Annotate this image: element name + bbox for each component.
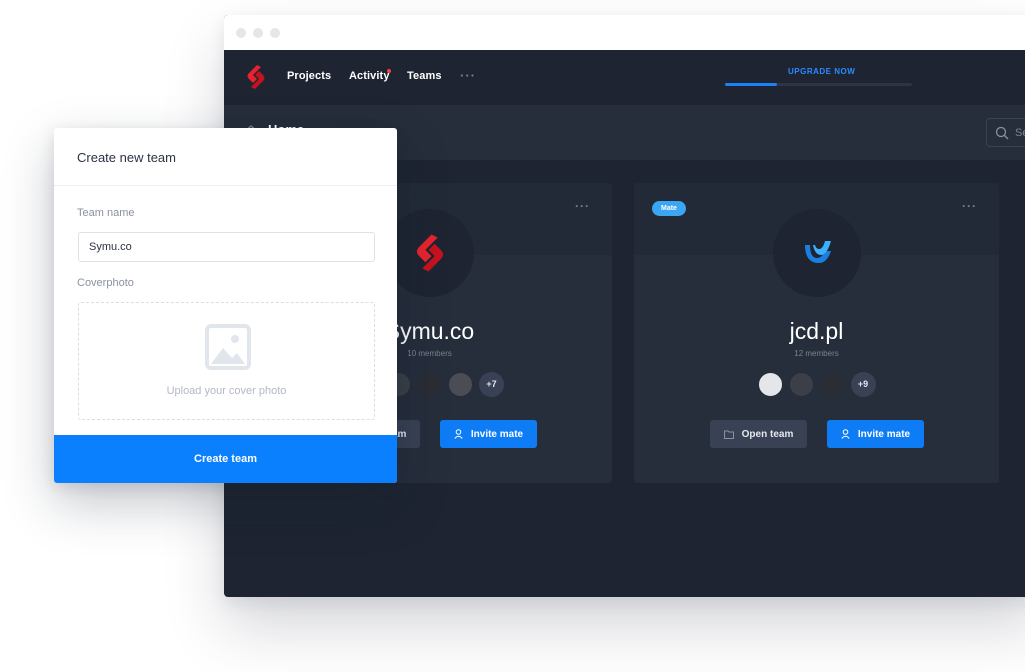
window-dot-maximize[interactable] [270, 27, 280, 38]
open-team-button[interactable]: Open team [710, 420, 807, 448]
nav-item-projects[interactable]: Projects [287, 70, 331, 82]
symu-logo-icon[interactable] [244, 64, 268, 90]
nav-more-icon[interactable]: ··· [460, 68, 476, 83]
more-mates-badge[interactable]: +9 [850, 372, 876, 397]
notification-dot [387, 69, 391, 73]
search-input[interactable]: Search [986, 118, 1025, 147]
avatar[interactable] [417, 372, 442, 397]
create-team-button[interactable]: Create team [54, 435, 397, 483]
avatar[interactable] [819, 372, 845, 397]
cover-photo-dropzone[interactable]: Upload your cover photo [78, 302, 375, 420]
card-more-icon[interactable]: ··· [575, 199, 590, 213]
modal-header: Create new team [54, 128, 397, 186]
invite-mate-label: Invite mate [857, 428, 911, 440]
browser-chrome [224, 15, 1025, 50]
invite-mate-button[interactable]: Invite mate [827, 420, 924, 448]
stage: Projects Activity Teams ··· UPGRADE NOW … [0, 0, 1025, 672]
team-name: jcd.pl [789, 318, 844, 344]
jcd-logo-icon [805, 241, 831, 263]
user-add-icon [841, 429, 850, 439]
search-placeholder: Search [1015, 127, 1025, 139]
symu-logo-icon [416, 234, 444, 272]
upload-hint: Upload your cover photo [166, 385, 287, 397]
app-navbar: Projects Activity Teams ··· UPGRADE NOW [224, 50, 1025, 105]
invite-mate-label: Invite mate [470, 428, 524, 440]
search-icon [995, 126, 1009, 140]
nav-item-teams[interactable]: Teams [407, 70, 442, 82]
window-dot-minimize[interactable] [253, 27, 263, 38]
image-icon [205, 324, 251, 370]
invite-mate-button[interactable]: Invite mate [440, 420, 537, 448]
modal-title: Create new team [77, 150, 176, 165]
team-logo-avatar [773, 209, 861, 297]
coverphoto-label: Coverphoto [77, 277, 134, 289]
upgrade-progress-fill [725, 83, 778, 86]
folder-icon [723, 430, 734, 439]
team-name-label: Team name [77, 207, 135, 219]
avatar[interactable] [448, 372, 473, 397]
nav-item-activity[interactable]: Activity [349, 70, 390, 82]
more-mates-badge[interactable]: +7 [479, 372, 504, 397]
card-more-icon[interactable]: ··· [962, 199, 977, 213]
window-dot-close[interactable] [236, 27, 246, 38]
team-members-count: 12 members [794, 349, 839, 358]
role-badge: Mate [652, 201, 686, 216]
avatar[interactable] [757, 372, 783, 397]
upgrade-progress-bar [725, 83, 912, 86]
open-team-label: Open team [741, 428, 794, 440]
team-card-jcd[interactable]: Mate ··· jcd.pl 12 members +9 Open team … [634, 183, 999, 483]
create-team-modal: Create new team Team name Coverphoto Upl… [54, 128, 397, 483]
upgrade-link[interactable]: UPGRADE NOW [788, 67, 855, 76]
avatar[interactable] [788, 372, 814, 397]
user-add-icon [454, 429, 463, 439]
team-mates-list: +9 [634, 372, 999, 397]
team-name-input[interactable] [78, 232, 375, 262]
team-logo-avatar [386, 209, 474, 297]
